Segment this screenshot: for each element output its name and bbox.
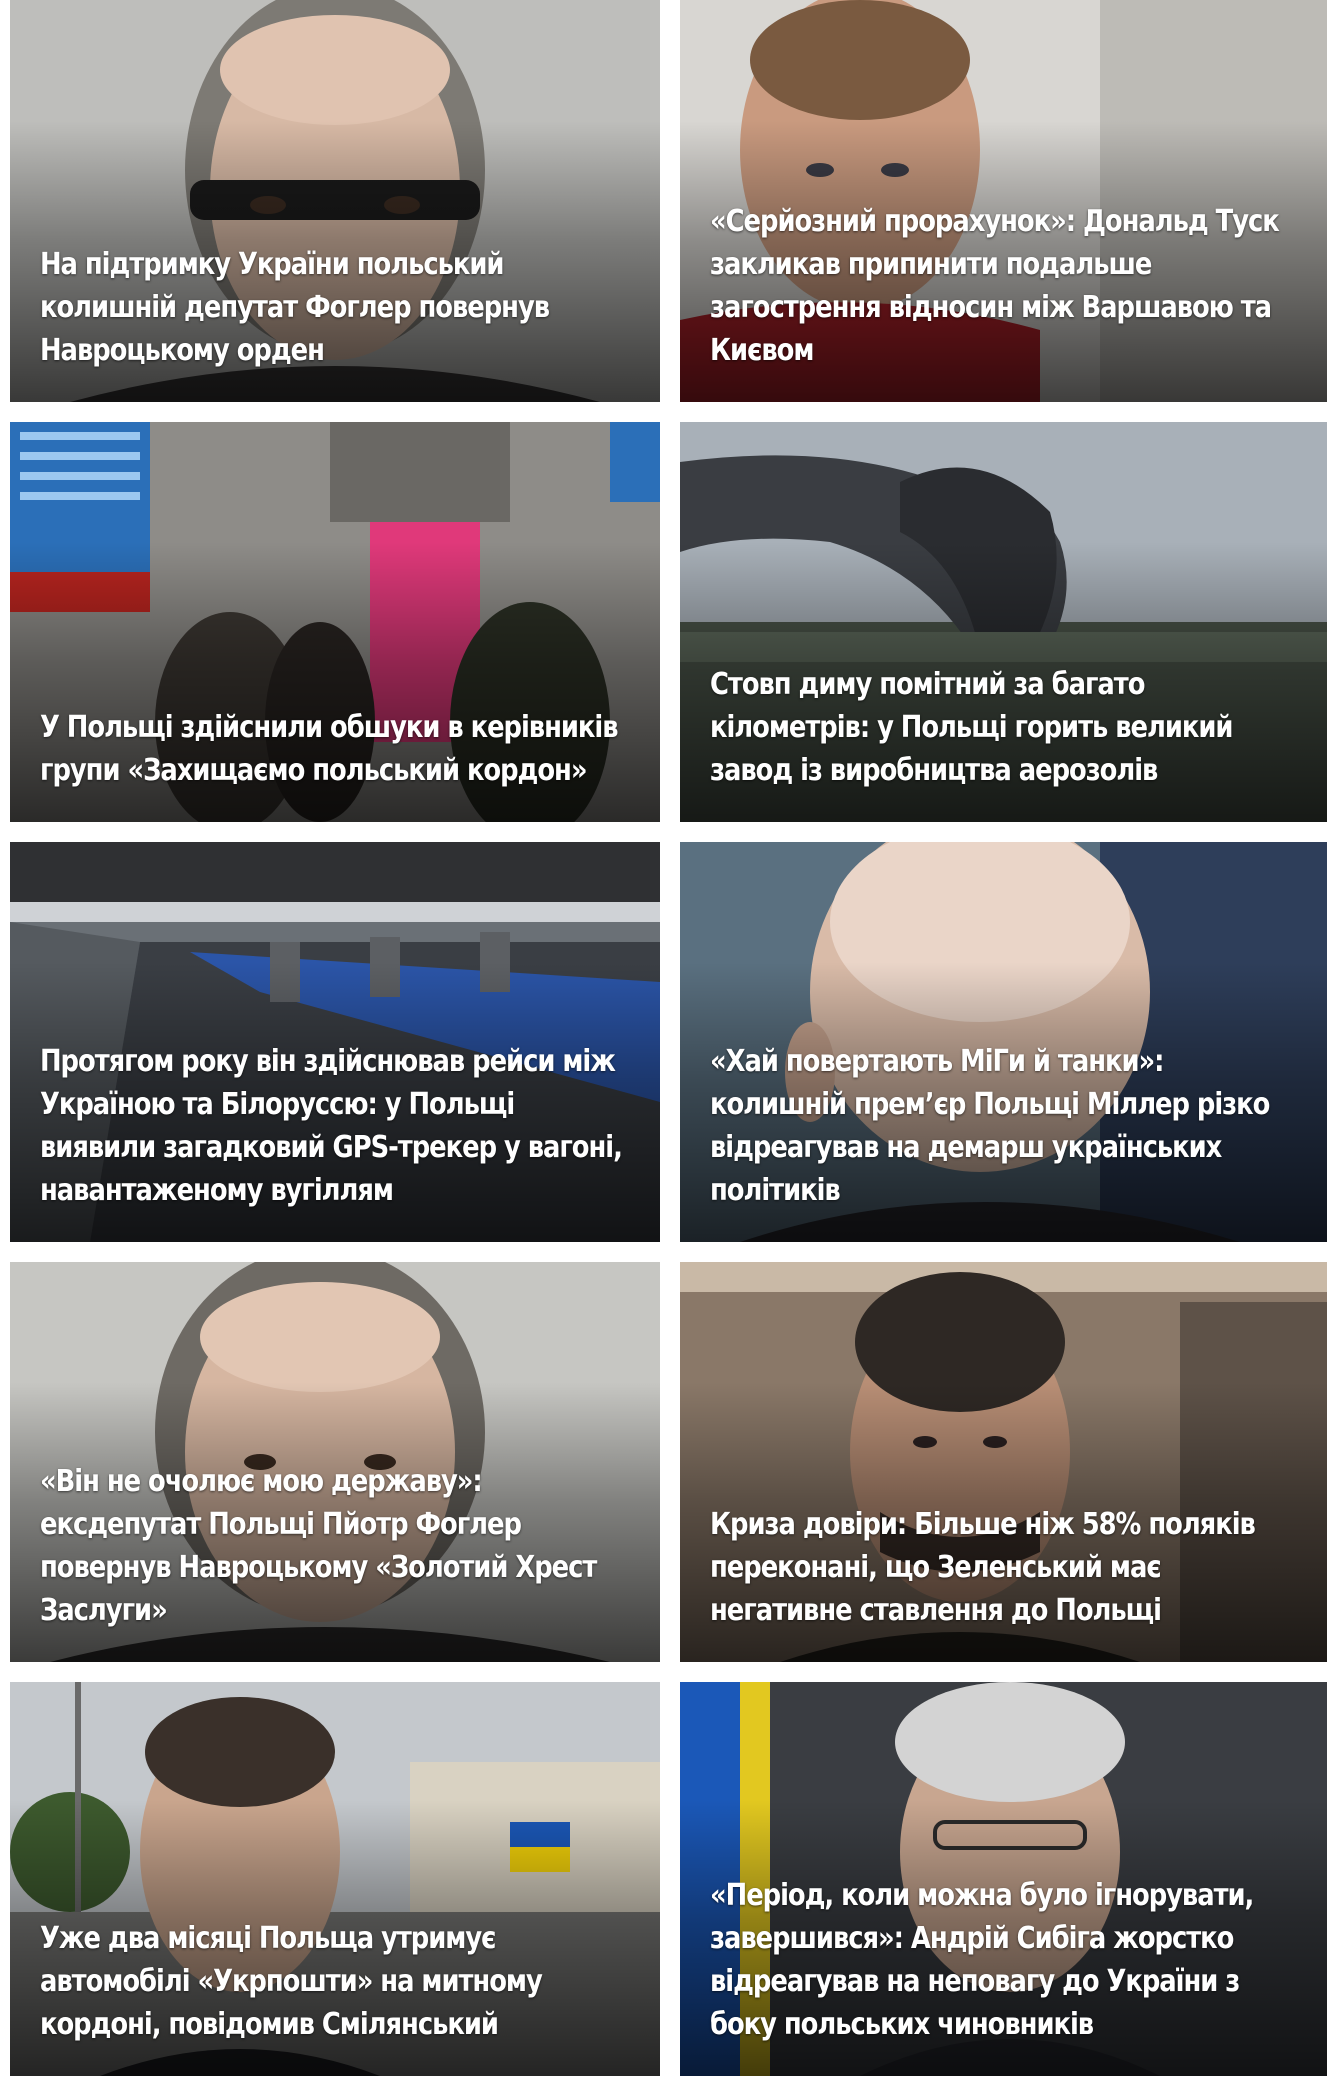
article-title[interactable]: «Він не очолює мою державу»: ексдепутат … — [40, 1460, 633, 1632]
news-card[interactable]: «Він не очолює мою державу»: ексдепутат … — [10, 1262, 660, 1662]
article-title[interactable]: У Польщі здійснили обшуки в керівників г… — [40, 706, 633, 792]
news-card[interactable]: «Серйозний прорахунок»: Дональд Туск зак… — [680, 0, 1327, 402]
article-title[interactable]: Протягом року він здійснював рейси між У… — [40, 1040, 633, 1212]
news-card[interactable]: Криза довіри: Більше ніж 58% поляків пер… — [680, 1262, 1327, 1662]
news-card[interactable]: Уже два місяці Польща утримує автомобілі… — [10, 1682, 660, 2076]
article-title[interactable]: «Серйозний прорахунок»: Дональд Туск зак… — [710, 200, 1303, 372]
article-title[interactable]: Уже два місяці Польща утримує автомобілі… — [40, 1917, 633, 2046]
article-title[interactable]: Стовп диму помітний за багато кілометрів… — [710, 663, 1303, 792]
news-card[interactable]: На підтримку України польський колишній … — [10, 0, 660, 402]
article-title[interactable]: Криза довіри: Більше ніж 58% поляків пер… — [710, 1503, 1303, 1632]
news-card[interactable]: «Період, коли можна було ігнорувати, зав… — [680, 1682, 1327, 2076]
article-title[interactable]: На підтримку України польський колишній … — [40, 243, 633, 372]
article-title[interactable]: «Період, коли можна було ігнорувати, зав… — [710, 1874, 1303, 2046]
article-title[interactable]: «Хай повертають МіГи й танки»: колишній … — [710, 1040, 1303, 1212]
news-card[interactable]: «Хай повертають МіГи й танки»: колишній … — [680, 842, 1327, 1242]
news-card[interactable]: Протягом року він здійснював рейси між У… — [10, 842, 660, 1242]
news-card[interactable]: У Польщі здійснили обшуки в керівників г… — [10, 422, 660, 822]
news-grid: На підтримку України польський колишній … — [10, 0, 1327, 2076]
news-card[interactable]: Стовп диму помітний за багато кілометрів… — [680, 422, 1327, 822]
